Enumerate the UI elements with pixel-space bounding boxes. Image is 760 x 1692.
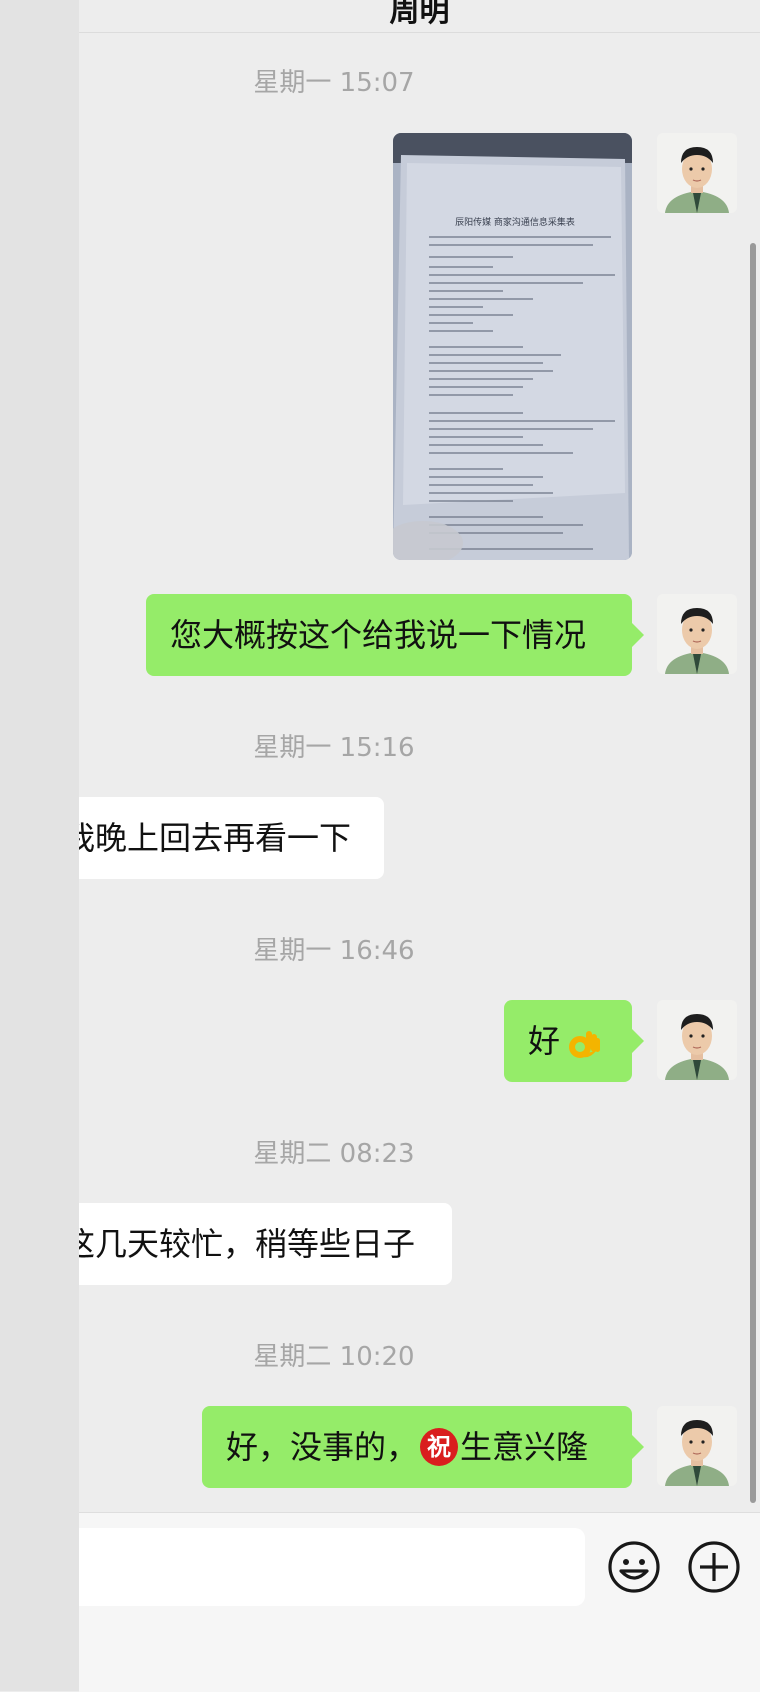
incoming-message[interactable]: 我晚上回去再看一下 bbox=[79, 797, 384, 879]
avatar-portrait bbox=[657, 133, 737, 213]
message-text: 您大概按这个给我说一下情况 bbox=[170, 616, 587, 654]
avatar[interactable] bbox=[657, 133, 737, 213]
message-text: 生意兴隆 bbox=[460, 1428, 589, 1466]
outgoing-message[interactable]: 您大概按这个给我说一下情况 bbox=[146, 594, 644, 676]
image-message[interactable]: 辰阳传媒 商家沟通信息采集表 bbox=[393, 133, 632, 560]
conversation-list-edge bbox=[0, 0, 80, 1691]
avatar-portrait bbox=[657, 594, 737, 674]
avatar[interactable] bbox=[657, 1000, 737, 1080]
message-text: 好，没事的， bbox=[226, 1428, 419, 1466]
incoming-message[interactable]: 这几天较忙，稍等些日子 bbox=[79, 1203, 452, 1285]
avatar[interactable] bbox=[657, 1406, 737, 1486]
outgoing-message[interactable]: 好，没事的，祝生意兴隆 bbox=[202, 1406, 644, 1488]
zhu-emoji-icon: 祝 bbox=[420, 1428, 459, 1466]
ok-hand-emoji-icon bbox=[569, 1031, 601, 1058]
chat-title: 周明 bbox=[389, 0, 450, 29]
document-title: 辰阳传媒 商家沟通信息采集表 bbox=[455, 216, 575, 228]
avatar[interactable] bbox=[657, 594, 737, 674]
timestamp: 星期一 15:07 bbox=[253, 68, 415, 98]
timestamp: 星期二 08:23 bbox=[253, 1139, 415, 1169]
timestamp: 星期二 10:20 bbox=[253, 1342, 415, 1372]
document-photo: 辰阳传媒 商家沟通信息采集表 bbox=[393, 133, 632, 560]
outgoing-message[interactable]: 好 bbox=[504, 1000, 644, 1082]
smiley-icon[interactable] bbox=[606, 1539, 662, 1595]
timestamp: 星期一 16:46 bbox=[253, 936, 415, 966]
message-text: 这几天较忙，稍等些日子 bbox=[79, 1225, 416, 1263]
message-text: 我晚上回去再看一下 bbox=[79, 819, 352, 857]
timestamp: 星期一 15:16 bbox=[253, 733, 415, 763]
avatar-portrait bbox=[657, 1406, 737, 1486]
chat-message-area[interactable]: 周明 星期一 15:07 辰阳传媒 商家沟通信息采集表 您大概按这个给我说一下情… bbox=[79, 0, 760, 1512]
input-bar bbox=[79, 1512, 760, 1692]
chat-header: 周明 bbox=[79, 0, 760, 33]
avatar-portrait bbox=[657, 1000, 737, 1080]
message-text: 好 bbox=[528, 1022, 561, 1060]
plus-circle-icon[interactable] bbox=[686, 1539, 742, 1595]
message-input[interactable] bbox=[79, 1528, 585, 1606]
scrollbar[interactable] bbox=[750, 243, 756, 1503]
